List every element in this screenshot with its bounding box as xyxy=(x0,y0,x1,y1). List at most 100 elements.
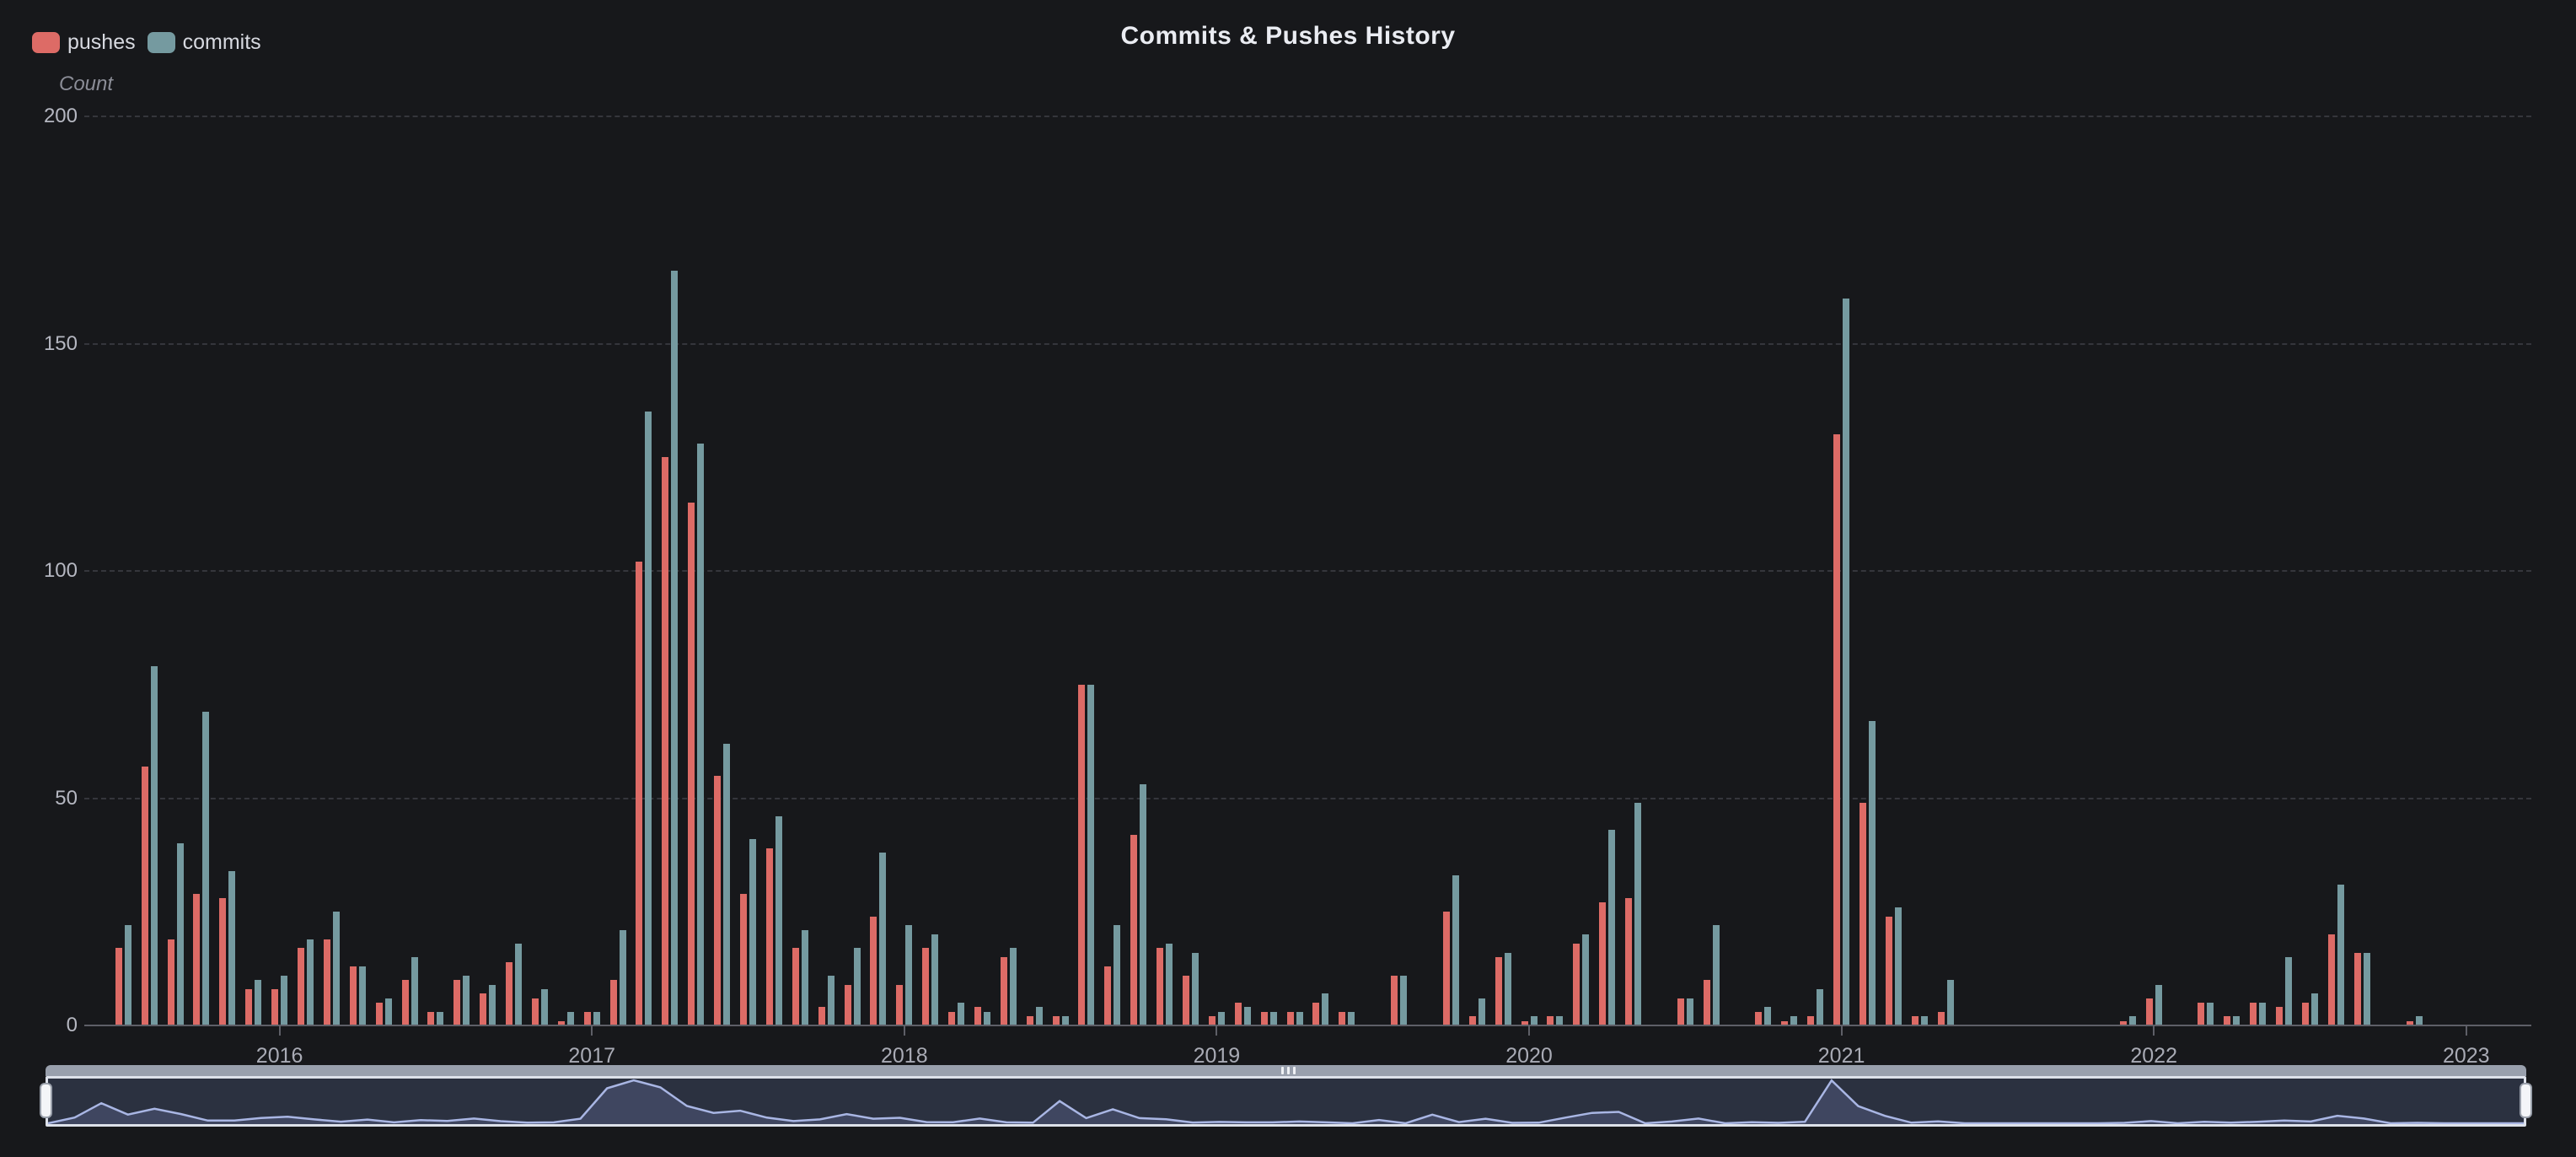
bar-pushes-2016-10[interactable] xyxy=(506,962,513,1025)
bar-pushes-2016-04[interactable] xyxy=(350,966,357,1025)
bar-pushes-2022-06[interactable] xyxy=(2276,1007,2283,1025)
bar-commits-2020-08[interactable] xyxy=(1713,925,1720,1025)
bar-pushes-2020-10[interactable] xyxy=(1755,1012,1762,1025)
bar-pushes-2017-06[interactable] xyxy=(714,776,721,1025)
bar-pushes-2018-02[interactable] xyxy=(922,948,929,1025)
bar-pushes-2018-03[interactable] xyxy=(948,1012,955,1025)
bar-commits-2022-03[interactable] xyxy=(2207,1003,2214,1025)
bar-commits-2017-05[interactable] xyxy=(697,444,704,1025)
bar-pushes-2016-08[interactable] xyxy=(453,980,460,1025)
datazoom-grip-icon[interactable] xyxy=(1275,1067,1301,1074)
bar-pushes-2020-05[interactable] xyxy=(1625,898,1632,1025)
bar-pushes-2020-08[interactable] xyxy=(1704,980,1710,1025)
bar-pushes-2022-09[interactable] xyxy=(2354,953,2361,1025)
datazoom-right-handle[interactable] xyxy=(2520,1083,2532,1118)
bar-commits-2016-05[interactable] xyxy=(385,998,392,1025)
bar-commits-2021-05[interactable] xyxy=(1947,980,1954,1025)
bar-commits-2018-08[interactable] xyxy=(1087,685,1094,1025)
bar-commits-2016-06[interactable] xyxy=(411,957,418,1025)
bar-pushes-2016-03[interactable] xyxy=(324,939,330,1025)
bar-pushes-2016-09[interactable] xyxy=(480,993,486,1025)
bar-commits-2022-05[interactable] xyxy=(2259,1003,2266,1025)
bar-pushes-2019-02[interactable] xyxy=(1235,1003,1242,1025)
bar-pushes-2016-02[interactable] xyxy=(298,948,304,1025)
bar-commits-2017-01[interactable] xyxy=(593,1012,600,1025)
bar-commits-2015-10[interactable] xyxy=(202,712,209,1025)
bar-commits-2016-04[interactable] xyxy=(359,966,366,1025)
bar-pushes-2021-02[interactable] xyxy=(1860,803,1866,1025)
bar-pushes-2021-05[interactable] xyxy=(1938,1012,1945,1025)
bar-commits-2021-01[interactable] xyxy=(1843,299,1849,1025)
bar-pushes-2022-08[interactable] xyxy=(2328,934,2335,1025)
bar-pushes-2017-01[interactable] xyxy=(584,1012,591,1025)
bar-commits-2020-04[interactable] xyxy=(1608,830,1615,1025)
bar-commits-2019-05[interactable] xyxy=(1322,993,1328,1025)
bar-commits-2015-08[interactable] xyxy=(151,666,158,1025)
bar-commits-2022-07[interactable] xyxy=(2311,993,2318,1025)
legend-item-commits[interactable]: commits xyxy=(148,30,261,55)
bar-pushes-2021-01[interactable] xyxy=(1833,434,1840,1025)
bar-commits-2019-12[interactable] xyxy=(1505,953,1511,1025)
bar-pushes-2017-10[interactable] xyxy=(818,1007,825,1025)
bar-pushes-2017-08[interactable] xyxy=(766,848,773,1025)
bar-commits-2017-12[interactable] xyxy=(879,853,886,1025)
bar-commits-2017-06[interactable] xyxy=(723,744,730,1025)
bar-pushes-2016-01[interactable] xyxy=(271,989,278,1025)
bar-commits-2018-09[interactable] xyxy=(1114,925,1120,1025)
bar-pushes-2018-08[interactable] xyxy=(1078,685,1085,1025)
bar-pushes-2018-10[interactable] xyxy=(1130,835,1137,1025)
bar-pushes-2018-01[interactable] xyxy=(896,985,903,1026)
bar-commits-2021-02[interactable] xyxy=(1869,721,1876,1025)
bar-commits-2015-09[interactable] xyxy=(177,843,184,1025)
bar-commits-2016-01[interactable] xyxy=(281,976,287,1025)
bar-commits-2020-05[interactable] xyxy=(1634,803,1641,1025)
bar-commits-2018-02[interactable] xyxy=(931,934,938,1025)
bar-commits-2018-01[interactable] xyxy=(905,925,912,1025)
bar-commits-2018-06[interactable] xyxy=(1036,1007,1043,1025)
bar-pushes-2018-04[interactable] xyxy=(974,1007,981,1025)
bar-pushes-2019-10[interactable] xyxy=(1443,912,1450,1025)
bar-commits-2018-11[interactable] xyxy=(1166,944,1173,1025)
bar-commits-2017-03[interactable] xyxy=(645,412,652,1025)
bar-pushes-2021-03[interactable] xyxy=(1886,917,1892,1025)
bar-commits-2016-09[interactable] xyxy=(489,985,496,1026)
bar-pushes-2017-05[interactable] xyxy=(688,503,695,1025)
bar-commits-2017-02[interactable] xyxy=(620,930,626,1025)
bar-commits-2017-07[interactable] xyxy=(749,839,756,1025)
bar-commits-2020-10[interactable] xyxy=(1764,1007,1771,1025)
bar-commits-2016-10[interactable] xyxy=(515,944,522,1025)
bar-pushes-2019-04[interactable] xyxy=(1287,1012,1294,1025)
bar-pushes-2019-05[interactable] xyxy=(1312,1003,1319,1025)
bar-pushes-2020-07[interactable] xyxy=(1677,998,1684,1025)
bar-pushes-2018-05[interactable] xyxy=(1001,957,1007,1025)
bar-pushes-2015-11[interactable] xyxy=(219,898,226,1025)
bar-pushes-2019-12[interactable] xyxy=(1495,957,1502,1025)
bar-commits-2022-01[interactable] xyxy=(2155,985,2162,1026)
bar-pushes-2015-09[interactable] xyxy=(168,939,174,1025)
bar-pushes-2022-03[interactable] xyxy=(2198,1003,2204,1025)
bar-pushes-2020-04[interactable] xyxy=(1599,902,1606,1025)
bar-commits-2016-11[interactable] xyxy=(541,989,548,1025)
bar-commits-2019-08[interactable] xyxy=(1400,976,1407,1025)
bar-commits-2022-06[interactable] xyxy=(2285,957,2292,1025)
bar-commits-2020-03[interactable] xyxy=(1582,934,1589,1025)
bar-commits-2019-06[interactable] xyxy=(1348,1012,1355,1025)
bar-pushes-2017-02[interactable] xyxy=(610,980,617,1025)
bar-commits-2019-11[interactable] xyxy=(1479,998,1485,1025)
bar-commits-2015-07[interactable] xyxy=(125,925,131,1025)
bar-commits-2019-10[interactable] xyxy=(1452,875,1459,1025)
bar-commits-2021-03[interactable] xyxy=(1895,907,1902,1025)
bar-commits-2017-09[interactable] xyxy=(802,930,808,1025)
bar-commits-2022-09[interactable] xyxy=(2364,953,2370,1025)
bar-pushes-2019-03[interactable] xyxy=(1261,1012,1268,1025)
bar-pushes-2017-12[interactable] xyxy=(870,917,877,1025)
datazoom-left-handle[interactable] xyxy=(40,1083,52,1118)
bar-pushes-2015-10[interactable] xyxy=(193,894,200,1025)
legend-item-pushes[interactable]: pushes xyxy=(32,30,136,55)
bar-pushes-2022-07[interactable] xyxy=(2302,1003,2309,1025)
bar-commits-2020-07[interactable] xyxy=(1687,998,1693,1025)
bar-commits-2022-08[interactable] xyxy=(2337,885,2344,1025)
bar-pushes-2017-07[interactable] xyxy=(740,894,747,1025)
bar-commits-2018-04[interactable] xyxy=(984,1012,990,1025)
bar-pushes-2017-11[interactable] xyxy=(845,985,851,1026)
